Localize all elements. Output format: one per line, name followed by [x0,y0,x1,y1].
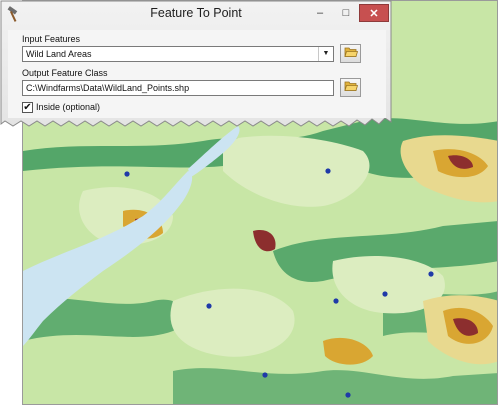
wildland-point [325,168,331,174]
wildland-point [262,372,268,378]
output-class-label: Output Feature Class [22,68,108,78]
inside-label: Inside (optional) [36,102,101,112]
browse-input-button[interactable] [340,44,361,63]
feature-to-point-dialog: Feature To Point – □ ✕ Input Features Wi… [0,0,392,127]
wildland-point [333,298,339,304]
close-button[interactable]: ✕ [359,4,389,22]
browse-output-button[interactable] [340,78,361,97]
wildland-point [345,392,351,398]
chevron-down-icon[interactable]: ▼ [318,47,333,61]
input-features-dropdown[interactable]: Wild Land Areas ▼ [22,46,334,62]
wildland-point [382,291,388,297]
minimize-button[interactable]: – [307,5,333,21]
input-features-value: Wild Land Areas [26,49,92,59]
maximize-button[interactable]: □ [333,5,359,21]
wildland-point [124,171,130,177]
wildland-point [428,271,434,277]
input-features-label: Input Features [22,34,81,44]
wildland-point [206,303,212,309]
folder-open-icon [343,45,358,63]
dialog-title-bar[interactable]: Feature To Point – □ ✕ [0,0,392,28]
folder-open-icon [343,79,358,97]
output-class-field[interactable]: C:\Windfarms\Data\WildLand_Points.shp [22,80,334,96]
inside-checkbox[interactable]: ✔ [22,102,33,113]
